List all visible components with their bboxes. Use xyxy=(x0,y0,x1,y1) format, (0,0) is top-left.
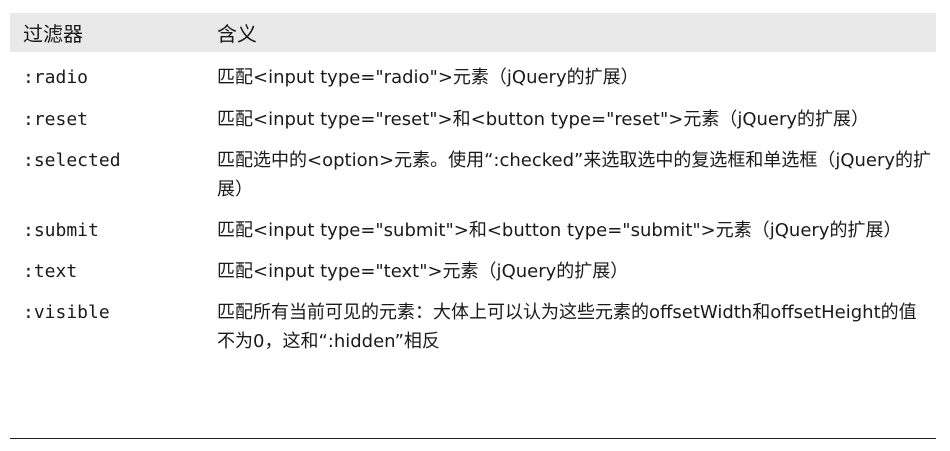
filter-meaning: 匹配<input type="text">元素（jQuery的扩展） xyxy=(217,261,629,282)
table-bottom-rule xyxy=(10,438,936,439)
table-row: :visible 匹配所有当前可见的元素：大体上可以认为这些元素的offsetW… xyxy=(10,298,936,356)
table-row: :radio 匹配<input type="radio">元素（jQuery的扩… xyxy=(10,63,936,92)
filter-name: :text xyxy=(23,261,78,282)
header-filter: 过滤器 xyxy=(23,22,83,46)
table-header: 过滤器 含义 xyxy=(10,13,936,52)
filter-name: :reset xyxy=(23,109,89,130)
filter-name: :submit xyxy=(23,220,99,241)
filter-table: 过滤器 含义 :radio 匹配<input type="radio">元素（j… xyxy=(10,13,936,356)
filter-meaning: 匹配所有当前可见的元素：大体上可以认为这些元素的offsetWidth和offs… xyxy=(217,302,917,352)
table-row: :submit 匹配<input type="submit">和<button … xyxy=(10,216,936,245)
table-row: :text 匹配<input type="text">元素（jQuery的扩展） xyxy=(10,257,936,286)
filter-meaning: 匹配<input type="submit">和<button type="su… xyxy=(217,220,902,241)
filter-name: :radio xyxy=(23,67,89,88)
filter-name: :visible xyxy=(23,302,110,323)
header-meaning: 含义 xyxy=(217,22,257,46)
table-row: :selected 匹配选中的<option>元素。使用“:checked”来选… xyxy=(10,146,936,204)
filter-name: :selected xyxy=(23,150,121,171)
filter-meaning: 匹配选中的<option>元素。使用“:checked”来选取选中的复选框和单选… xyxy=(217,150,932,200)
filter-meaning: 匹配<input type="reset">和<button type="res… xyxy=(217,109,870,130)
filter-meaning: 匹配<input type="radio">元素（jQuery的扩展） xyxy=(217,67,639,88)
table-row: :reset 匹配<input type="reset">和<button ty… xyxy=(10,105,936,134)
